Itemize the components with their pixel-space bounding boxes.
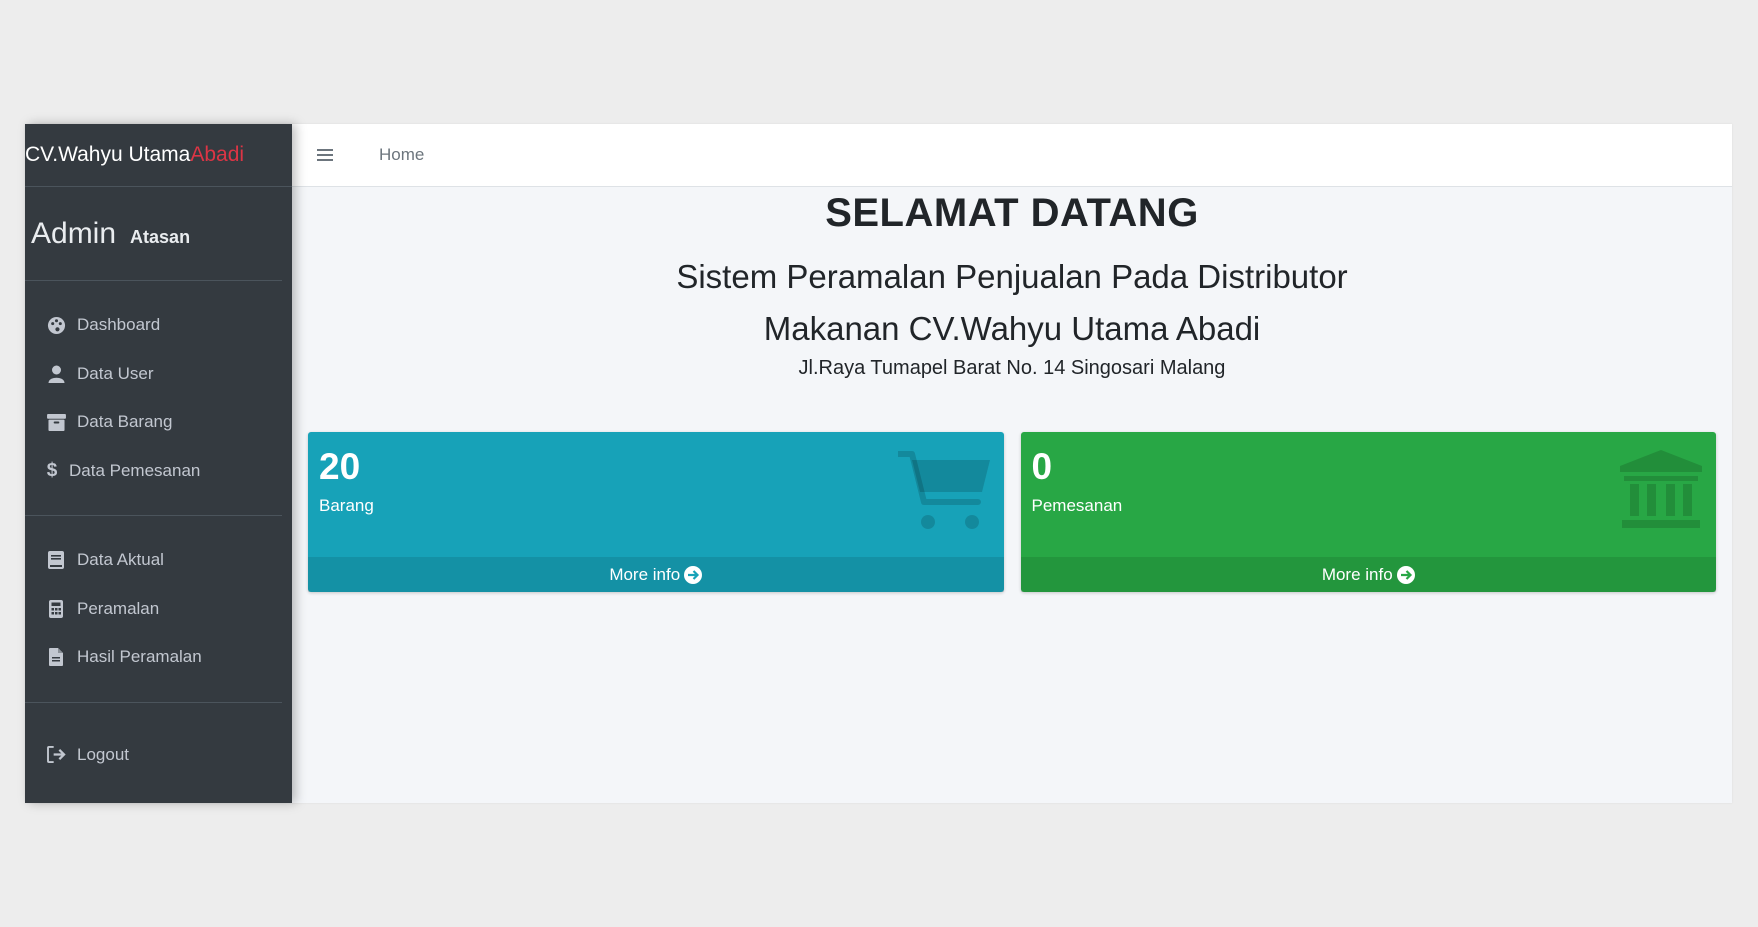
user-role: Atasan [130,227,191,247]
sidebar-item-label: Dashboard [77,315,161,335]
brand-logo[interactable]: CV.Wahyu Utama Abadi [25,124,292,187]
stat-boxes: 20 Barang More info 0 Pemesanan More inf… [308,432,1716,592]
more-info-link[interactable]: More info [1020,557,1716,592]
welcome-title: SELAMAT DATANG [825,191,1199,235]
top-navbar: Home [292,124,1732,187]
sidebar-item-label: Data User [77,363,154,383]
sidebar-item-data-barang[interactable]: Data Barang [25,398,282,447]
user-name: Admin [31,216,117,250]
company-address: Jl.Raya Tumapel Barat No. 14 Singosari M… [798,357,1226,379]
sidebar-item-data-pemesanan[interactable]: $ Data Pemesanan [25,447,282,496]
hamburger-icon[interactable] [317,142,337,168]
sidebar-item-logout[interactable]: Logout [25,731,282,780]
book-icon [45,550,67,570]
sidebar-item-label: Peramalan [77,598,160,618]
welcome-section: SELAMAT DATANG Sistem Peramalan Penjuala… [308,191,1716,380]
stat-label: Pemesanan [1031,496,1123,515]
sidebar-item-data-user[interactable]: Data User [25,350,282,399]
sidebar-item-label: Data Pemesanan [69,460,201,480]
arrow-circle-right-icon [1396,565,1415,584]
user-icon [45,364,67,384]
archive-icon [45,412,67,432]
nav-group-forecast: Data Aktual Peramalan Hasil Peramalan [25,516,282,703]
more-info-label: More info [1321,564,1393,584]
stat-count: 0 [1031,446,1053,487]
calculator-icon [45,599,67,619]
welcome-subtitle: Sistem Peramalan Penjualan Pada Distribu… [308,251,1716,355]
more-info-label: More info [609,564,681,584]
sidebar-item-hasil-peramalan[interactable]: Hasil Peramalan [25,633,282,682]
sidebar: CV.Wahyu Utama Abadi Admin Atasan Dashbo… [25,124,292,803]
main-area: Home SELAMAT DATANG Sistem Peramalan Pen… [292,124,1732,803]
sidebar-item-label: Data Aktual [77,550,164,570]
nav-group-account: Logout [25,703,282,800]
welcome-subtitle-line1: Sistem Peramalan Penjualan Pada Distribu… [676,258,1348,295]
stat-count: 20 [319,446,361,487]
dollar-icon: $ [46,459,58,481]
shopping-cart-icon [894,450,990,537]
sidebar-item-label: Hasil Peramalan [77,647,202,667]
sidebar-item-data-aktual[interactable]: Data Aktual [25,536,282,585]
user-panel: Admin Atasan [25,187,282,281]
stat-box-pemesanan: 0 Pemesanan More info [1020,432,1716,592]
university-icon [1620,450,1702,537]
more-info-link[interactable]: More info [308,557,1004,592]
home-link[interactable]: Home [379,145,424,165]
sign-out-icon [45,745,67,765]
stat-box-barang: 20 Barang More info [308,432,1004,592]
stat-label: Barang [319,496,374,515]
brand-accent: Abadi [190,143,245,166]
file-icon [45,647,67,667]
arrow-circle-right-icon [684,565,703,584]
app-window: CV.Wahyu Utama Abadi Admin Atasan Dashbo… [25,124,1732,803]
palette-icon [45,315,67,335]
sidebar-item-dashboard[interactable]: Dashboard [25,301,282,350]
sidebar-item-label: Data Barang [77,412,173,432]
sidebar-item-label: Logout [77,744,129,764]
nav-group-main: Dashboard Data User Data Barang $ Data P… [25,281,282,516]
welcome-subtitle-line2: Makanan CV.Wahyu Utama Abadi [763,310,1261,347]
content: SELAMAT DATANG Sistem Peramalan Penjuala… [292,187,1732,803]
brand-name: CV.Wahyu Utama [25,143,191,166]
sidebar-item-peramalan[interactable]: Peramalan [25,585,282,634]
